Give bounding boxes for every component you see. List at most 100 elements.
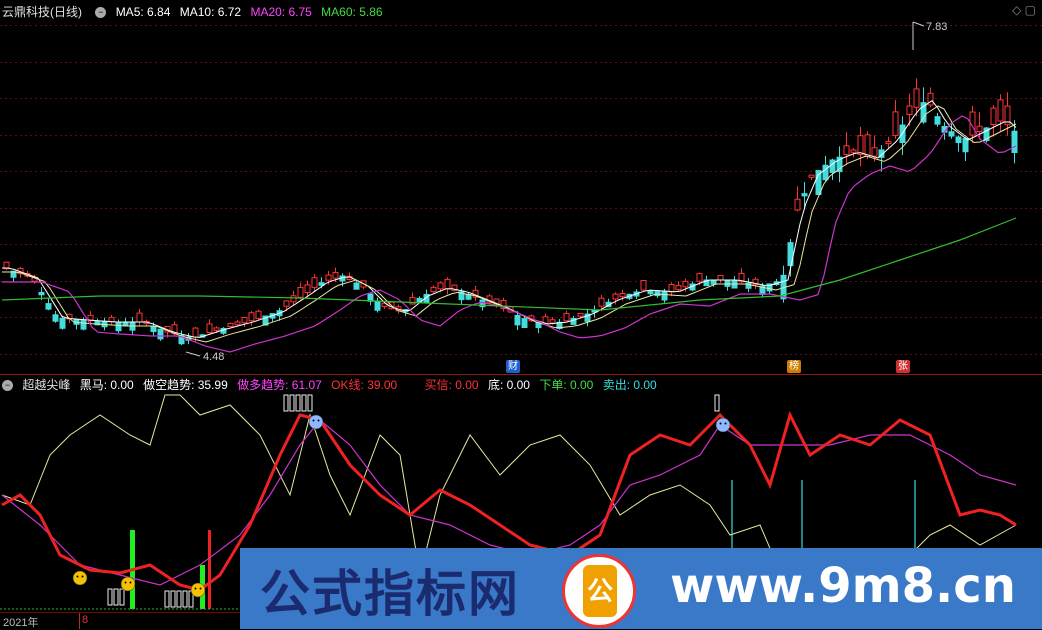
candle-body — [430, 286, 437, 293]
candle-body — [332, 272, 339, 279]
candle-body — [353, 282, 360, 290]
candlestick — [843, 132, 850, 165]
candlestick — [675, 281, 682, 292]
candle-body — [38, 291, 45, 296]
candle-body — [682, 280, 689, 288]
face-circle — [72, 570, 88, 586]
candle-body — [192, 327, 199, 338]
candlestick — [836, 146, 843, 183]
candlestick — [500, 297, 507, 312]
time-axis: 2021年 8 — [0, 612, 240, 630]
hollow-bar — [176, 590, 182, 608]
candlestick — [731, 276, 738, 289]
ma20-value: MA20: 6.75 — [250, 5, 312, 19]
hollow-bar — [295, 394, 301, 412]
candle-body — [115, 321, 122, 332]
minus-circle-icon[interactable]: − — [2, 380, 13, 392]
candle-body — [955, 136, 962, 144]
face-eye — [312, 419, 315, 422]
candlestick — [136, 308, 143, 326]
hollow-bar — [301, 394, 307, 412]
candlestick — [941, 122, 948, 140]
hollow-bar — [170, 590, 176, 608]
tag-finance[interactable]: 财 — [506, 360, 520, 373]
candle-body — [913, 88, 920, 108]
face-eye — [317, 419, 320, 422]
candle-body — [976, 125, 983, 132]
hollow-bar — [107, 588, 113, 606]
low-marker: 4.48 — [185, 351, 224, 363]
hollow-bar — [113, 588, 119, 606]
price-grid — [0, 25, 1042, 355]
low-price-label: 4.48 — [203, 351, 224, 363]
watermark-logo: 公 — [562, 554, 636, 628]
ma5-value: MA5: 6.84 — [115, 5, 171, 19]
candlestick — [374, 297, 381, 313]
indicator-header: − 超越尖峰 黑马: 0.00 做空趋势: 35.99 做多趋势: 61.07 … — [2, 376, 663, 392]
candlestick — [857, 126, 864, 167]
candle-body — [668, 284, 675, 293]
candlestick — [801, 182, 808, 210]
diamond-icon[interactable]: ◇ — [1012, 3, 1021, 17]
candlestick — [59, 315, 66, 330]
high-marker: 7.83 — [912, 21, 947, 50]
candle-body — [241, 316, 248, 324]
candlestick — [724, 279, 731, 291]
candle-body — [598, 297, 605, 307]
chart-controls: ◇ ▢ — [1012, 3, 1036, 17]
face-eye — [719, 422, 722, 425]
candlestick — [927, 87, 934, 108]
candle-body — [962, 138, 969, 153]
candlestick — [584, 308, 591, 327]
candle-body — [437, 282, 444, 290]
face-circle — [190, 582, 206, 598]
candlestick — [934, 112, 941, 127]
minus-circle-icon[interactable]: − — [95, 7, 107, 19]
face-eye — [76, 575, 79, 578]
candlestick — [829, 158, 836, 181]
candle-body — [374, 300, 381, 311]
ma60-line — [1, 217, 1017, 311]
smiley-icon — [190, 582, 206, 598]
candlestick — [73, 319, 80, 330]
candle-body — [801, 193, 808, 197]
indicator-value-ok-line: OK线: 39.00 — [331, 378, 398, 392]
candle-body — [255, 310, 262, 319]
candle-body — [906, 105, 913, 115]
candle-body — [934, 116, 941, 125]
watermark-url: www.9m8.cn — [670, 558, 1016, 614]
indicator-value-short-trend: 做空趋势: 35.99 — [143, 378, 228, 392]
candle-body — [1011, 130, 1018, 153]
candle-body — [647, 290, 654, 295]
candlestick — [157, 328, 164, 341]
candle-body — [157, 328, 164, 340]
tag-billboard[interactable]: 榜 — [787, 360, 801, 373]
axis-month-label: 8 — [82, 614, 89, 626]
square-icon[interactable]: ▢ — [1025, 3, 1036, 17]
candle-body — [136, 312, 143, 323]
candle-body — [829, 159, 836, 173]
candlestick — [206, 319, 213, 334]
candle-body — [80, 319, 87, 330]
face-eye — [124, 581, 127, 584]
ma10-value: MA10: 6.72 — [179, 5, 242, 19]
candlestick — [234, 319, 241, 326]
candlestick — [472, 285, 479, 302]
face-circle — [308, 414, 324, 430]
candlestick — [815, 170, 822, 195]
candlestick — [997, 94, 1004, 132]
face-circle — [120, 576, 136, 592]
indicator-value-buy-signal: 买信: 0.00 — [424, 378, 479, 392]
candle-body — [52, 314, 59, 322]
face-eye — [81, 575, 84, 578]
tag-limit-up[interactable]: 张 — [896, 360, 910, 373]
face-eye — [194, 587, 197, 590]
smiley-icon — [120, 576, 136, 592]
face-eye — [199, 587, 202, 590]
candlestick — [444, 277, 451, 295]
ma20-line — [2, 115, 1017, 353]
hollow-bar — [283, 394, 289, 412]
hollow-bar — [714, 394, 720, 412]
candlestick — [563, 310, 570, 322]
candle-body — [640, 280, 647, 291]
